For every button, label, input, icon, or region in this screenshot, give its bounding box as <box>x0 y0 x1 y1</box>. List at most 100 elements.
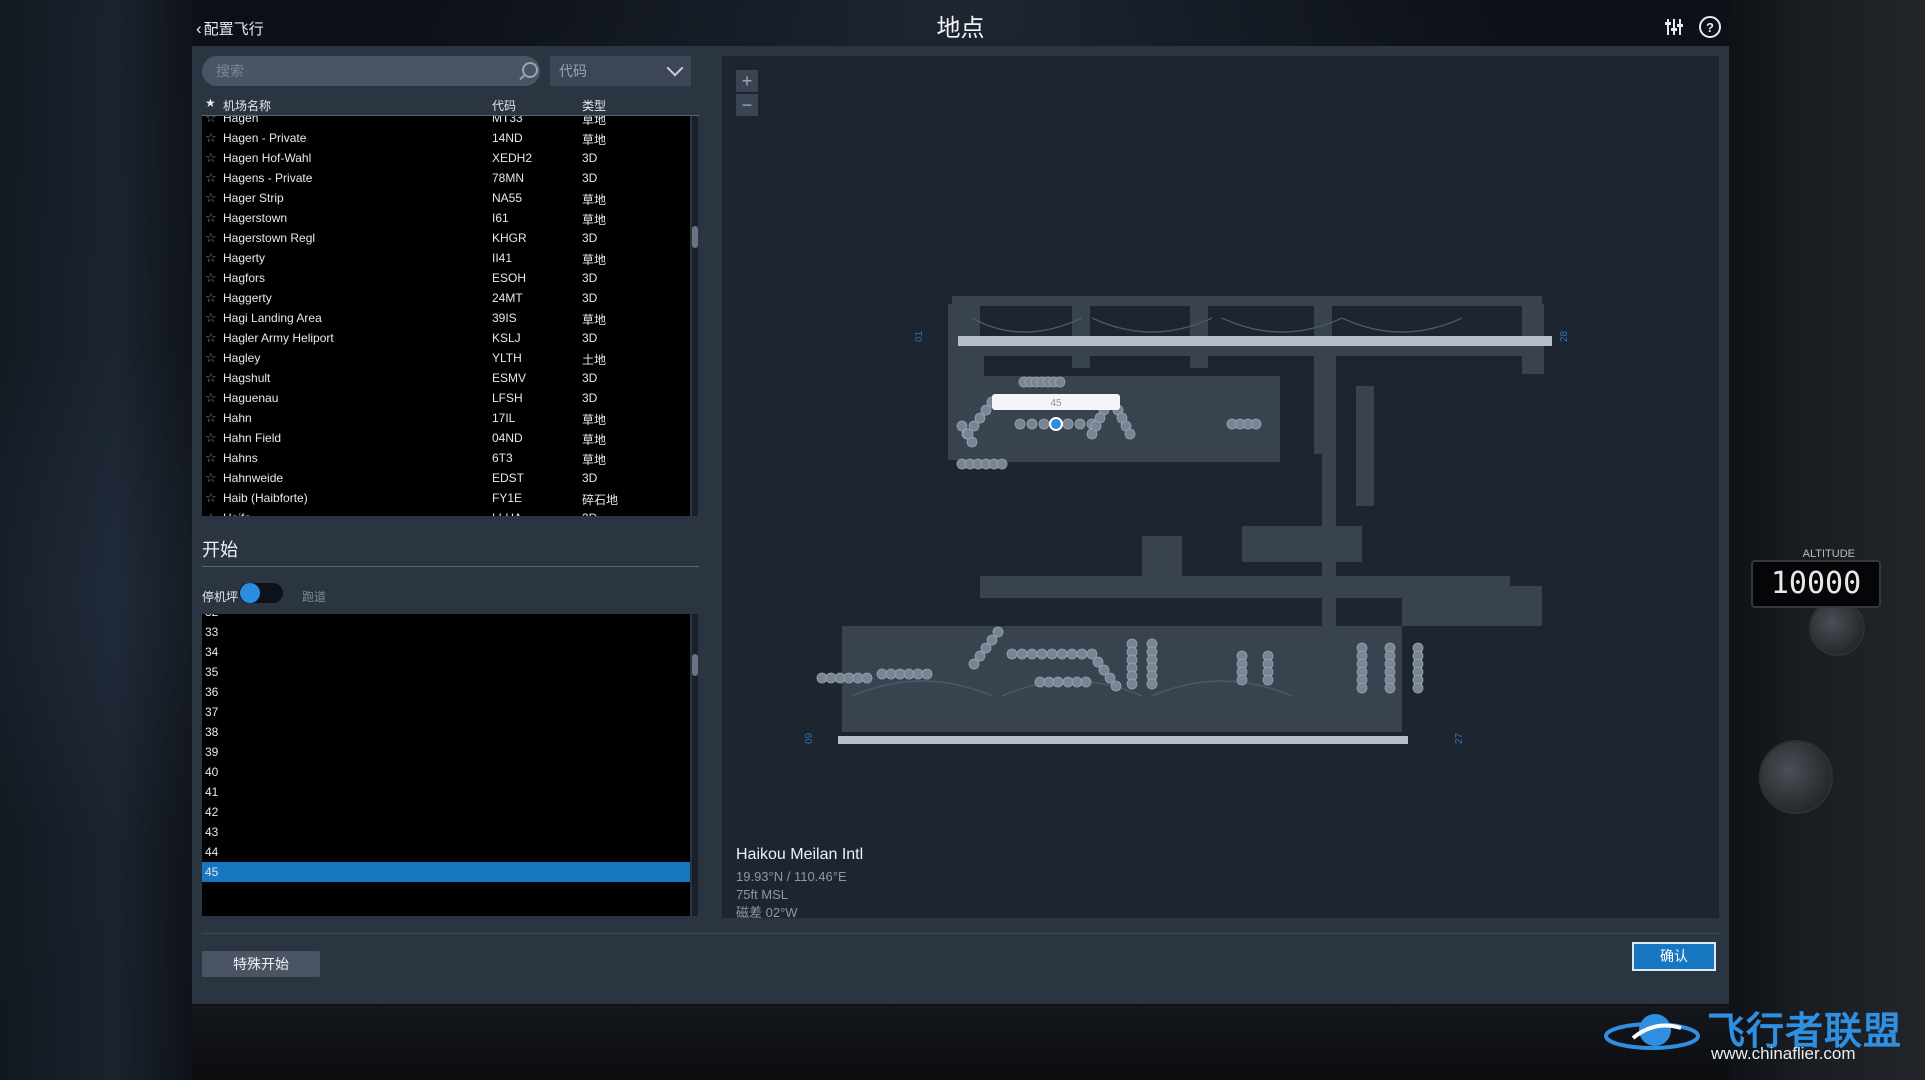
parking-stand[interactable] <box>1038 418 1050 430</box>
star-outline-icon[interactable]: ☆ <box>205 290 217 306</box>
parking-stand[interactable] <box>843 672 855 684</box>
parking-stand[interactable] <box>1076 648 1088 660</box>
gate-row[interactable]: 37 <box>202 702 690 722</box>
parking-stand[interactable] <box>1110 680 1122 692</box>
parking-stand[interactable] <box>1236 674 1248 686</box>
star-outline-icon[interactable]: ☆ <box>205 190 217 206</box>
star-outline-icon[interactable]: ☆ <box>205 310 217 326</box>
parking-stand[interactable] <box>894 668 906 680</box>
star-outline-icon[interactable]: ☆ <box>205 450 217 466</box>
gate-row[interactable]: 45 <box>202 862 690 882</box>
parking-stand[interactable] <box>1071 676 1083 688</box>
airport-row[interactable]: ☆ Hahns 6T3 草地 <box>202 448 690 468</box>
parking-stand[interactable] <box>1034 676 1046 688</box>
star-outline-icon[interactable]: ☆ <box>205 410 217 426</box>
gate-row[interactable]: 43 <box>202 822 690 842</box>
parking-stand[interactable] <box>1126 678 1138 690</box>
parking-stand[interactable] <box>852 672 864 684</box>
airport-row[interactable]: ☆ Hagfors ESOH 3D <box>202 268 690 288</box>
star-outline-icon[interactable]: ☆ <box>205 330 217 346</box>
gate-row[interactable]: 36 <box>202 682 690 702</box>
airport-row[interactable]: ☆ Hagen - Private 14ND 草地 <box>202 128 690 148</box>
star-outline-icon[interactable]: ☆ <box>205 270 217 286</box>
star-outline-icon[interactable]: ☆ <box>205 350 217 366</box>
star-outline-icon[interactable]: ☆ <box>205 370 217 386</box>
parking-stand[interactable] <box>992 626 1004 638</box>
parking-stand[interactable] <box>1356 682 1368 694</box>
star-outline-icon[interactable]: ☆ <box>205 170 217 186</box>
parking-stand[interactable] <box>1062 418 1074 430</box>
airport-list-scroll-thumb[interactable] <box>692 226 698 248</box>
gate-row[interactable]: 40 <box>202 762 690 782</box>
parking-stand[interactable] <box>876 668 888 680</box>
airport-row[interactable]: ☆ Hagley YLTH 土地 <box>202 348 690 368</box>
star-outline-icon[interactable]: ☆ <box>205 150 217 166</box>
gate-row[interactable]: 42 <box>202 802 690 822</box>
airport-row[interactable]: ☆ Haifa LLHA 3D <box>202 508 690 516</box>
confirm-button[interactable]: 确认 <box>1632 942 1716 971</box>
gate-row[interactable]: 38 <box>202 722 690 742</box>
airport-row[interactable]: ☆ Haib (Haibforte) FY1E 碎石地 <box>202 488 690 508</box>
airport-row[interactable]: ☆ Haguenau LFSH 3D <box>202 388 690 408</box>
column-header-type[interactable]: 类型 <box>582 97 606 114</box>
gate-row[interactable]: 32 <box>202 614 690 622</box>
gate-row[interactable]: 33 <box>202 622 690 642</box>
parking-stand[interactable] <box>861 672 873 684</box>
airport-row[interactable]: ☆ Hahn 17IL 草地 <box>202 408 690 428</box>
airport-row[interactable]: ☆ Hagshult ESMV 3D <box>202 368 690 388</box>
parking-stand[interactable] <box>996 458 1008 470</box>
star-outline-icon[interactable]: ☆ <box>205 230 217 246</box>
airport-row[interactable]: ☆ Hagi Landing Area 39IS 草地 <box>202 308 690 328</box>
gate-row[interactable]: 41 <box>202 782 690 802</box>
airport-row[interactable]: ☆ Hagler Army Heliport KSLJ 3D <box>202 328 690 348</box>
parking-stand[interactable] <box>903 668 915 680</box>
airport-map[interactable]: + − 45 01 28 09 27 Haikou Meilan Intl 19… <box>722 56 1719 918</box>
parking-stand[interactable] <box>1412 682 1424 694</box>
parking-stand[interactable] <box>1026 648 1038 660</box>
gate-list-scroll-thumb[interactable] <box>692 654 698 676</box>
airport-row[interactable]: ☆ Hagen MT33 草地 <box>202 116 690 128</box>
star-outline-icon[interactable]: ☆ <box>205 116 217 126</box>
parking-stand[interactable] <box>885 668 897 680</box>
gate-list-scrollbar[interactable] <box>692 614 698 916</box>
parking-stand[interactable] <box>1046 648 1058 660</box>
parking-stand[interactable] <box>1052 676 1064 688</box>
star-filled-icon[interactable]: ★ <box>205 96 216 110</box>
gate-row[interactable]: 44 <box>202 842 690 862</box>
star-outline-icon[interactable]: ☆ <box>205 510 217 516</box>
gate-row[interactable]: 35 <box>202 662 690 682</box>
parking-stand[interactable] <box>1014 418 1026 430</box>
airport-row[interactable]: ☆ Hahn Field 04ND 草地 <box>202 428 690 448</box>
parking-stand[interactable] <box>1262 674 1274 686</box>
parking-stand[interactable] <box>1124 428 1136 440</box>
help-icon[interactable]: ? <box>1699 16 1721 38</box>
search-input[interactable] <box>202 56 540 86</box>
parking-stand[interactable] <box>1043 676 1055 688</box>
gate-row[interactable]: 39 <box>202 742 690 762</box>
airport-row[interactable]: ☆ Hagerstown Regl KHGR 3D <box>202 228 690 248</box>
parking-stand[interactable] <box>1384 682 1396 694</box>
parking-stand[interactable] <box>1062 676 1074 688</box>
parking-stand[interactable] <box>921 668 933 680</box>
column-header-name[interactable]: 机场名称 <box>223 97 271 114</box>
airport-row[interactable]: ☆ Hahnweide EDST 3D <box>202 468 690 488</box>
star-outline-icon[interactable]: ☆ <box>205 470 217 486</box>
airport-row[interactable]: ☆ Hagens - Private 78MN 3D <box>202 168 690 188</box>
parking-stand[interactable] <box>1016 648 1028 660</box>
sliders-icon[interactable] <box>1663 16 1685 38</box>
gate-row[interactable]: 34 <box>202 642 690 662</box>
star-outline-icon[interactable]: ☆ <box>205 490 217 506</box>
parking-stand[interactable] <box>962 428 974 440</box>
airport-list-scrollbar[interactable] <box>692 116 698 516</box>
parking-stand[interactable] <box>1086 428 1098 440</box>
parking-stand[interactable] <box>1056 648 1068 660</box>
star-outline-icon[interactable]: ☆ <box>205 210 217 226</box>
airport-row[interactable]: ☆ Hagen Hof-Wahl XEDH2 3D <box>202 148 690 168</box>
star-outline-icon[interactable]: ☆ <box>205 390 217 406</box>
search-icon[interactable] <box>522 62 538 78</box>
star-outline-icon[interactable]: ☆ <box>205 250 217 266</box>
special-start-button[interactable]: 特殊开始 <box>202 951 320 977</box>
airport-row[interactable]: ☆ Hagerty II41 草地 <box>202 248 690 268</box>
parking-stand[interactable] <box>1054 376 1066 388</box>
parking-stand[interactable] <box>816 672 828 684</box>
